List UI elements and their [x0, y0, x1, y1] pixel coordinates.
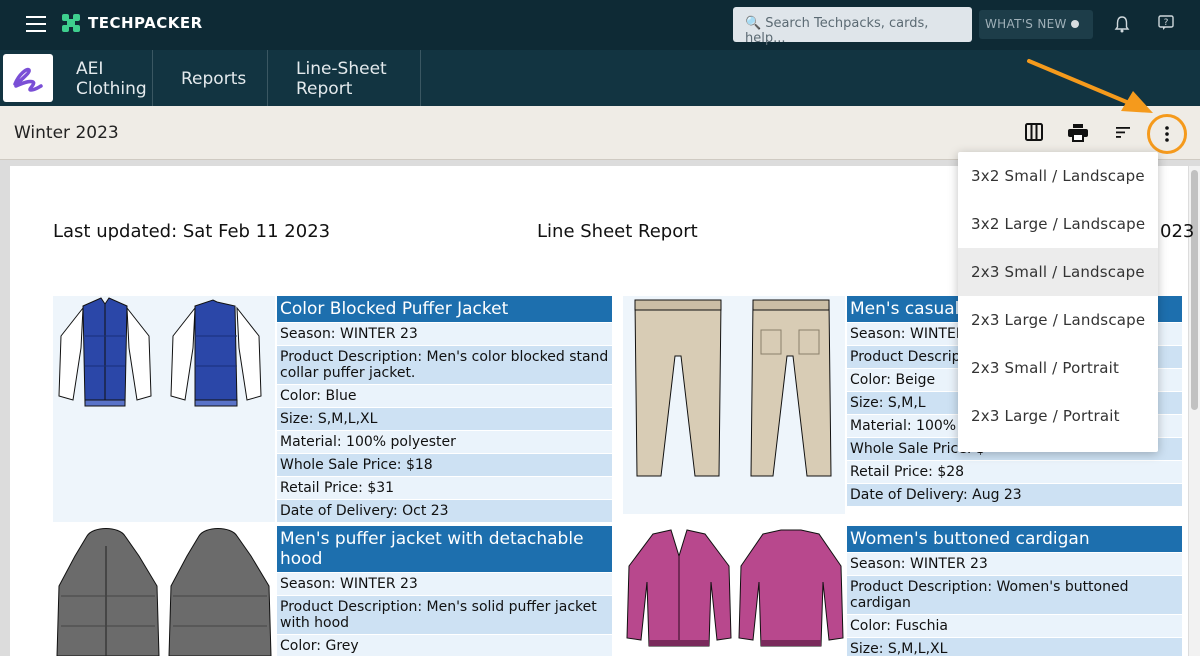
product-description: Product Description: Women's buttoned ca… — [847, 575, 1182, 614]
report-title: Line Sheet Report — [537, 221, 698, 242]
puffer-jacket-illustration — [58, 297, 262, 407]
product-size: Size: S,M,L,XL — [847, 637, 1182, 656]
product-card[interactable]: Color Blocked Puffer Jacket Season: WINT… — [53, 296, 613, 522]
product-season: Season: WINTER 23 — [277, 572, 612, 595]
product-title: Color Blocked Puffer Jacket — [277, 296, 612, 322]
print-icon[interactable] — [1068, 124, 1088, 142]
hooded-jacket-illustration — [56, 528, 272, 656]
product-card[interactable]: Men's puffer jacket with detachable hood… — [53, 526, 613, 656]
menu-item-3x2-small-landscape[interactable]: 3x2 Small / Landscape — [958, 152, 1158, 200]
last-updated: Last updated: Sat Feb 11 2023 — [53, 221, 331, 242]
product-info: Women's buttoned cardigan Season: WINTER… — [847, 526, 1182, 656]
notification-dot — [1071, 20, 1079, 28]
product-image — [623, 296, 845, 514]
menu-item-3x2-large-landscape[interactable]: 3x2 Large / Landscape — [958, 200, 1158, 248]
product-description: Product Description: Men's color blocked… — [277, 345, 612, 384]
product-delivery-date: Date of Delivery: Oct 23 — [277, 499, 612, 522]
pointer-arrow-icon — [1027, 59, 1153, 113]
product-title: Women's buttoned cardigan — [847, 526, 1182, 552]
product-size: Size: S,M,L,XL — [277, 407, 612, 430]
product-wholesale-price: Whole Sale Price: $18 — [277, 453, 612, 476]
product-delivery-date: Date of Delivery: Aug 23 — [847, 483, 1182, 506]
product-color: Color: Grey — [277, 634, 612, 656]
product-image — [623, 526, 845, 656]
menu-item-2x3-small-landscape[interactable]: 2x3 Small / Landscape — [958, 248, 1158, 296]
cardigan-illustration — [626, 529, 844, 647]
product-description: Product Description: Men's solid puffer … — [277, 595, 612, 634]
top-bar: TECHPACKER 🔍 Search Techpacks, cards, hel… — [0, 0, 1200, 50]
product-image — [53, 296, 275, 522]
bell-icon[interactable] — [1114, 15, 1130, 33]
help-icon[interactable]: ? — [1158, 15, 1174, 31]
product-info: Men's puffer jacket with detachable hood… — [277, 526, 612, 656]
nav-item-reports[interactable]: Reports — [153, 50, 268, 106]
product-material: Material: 100% polyester — [277, 430, 612, 453]
product-retail-price: Retail Price: $28 — [847, 460, 1182, 483]
whats-new-label: WHAT'S NEW — [985, 17, 1067, 31]
product-color: Color: Fuschia — [847, 614, 1182, 637]
menu-item-2x3-small-portrait[interactable]: 2x3 Small / Portrait — [958, 344, 1158, 392]
pants-illustration — [634, 299, 832, 477]
product-season: Season: WINTER 23 — [277, 322, 612, 345]
report-date-fragment: 023 — [1160, 221, 1195, 242]
sort-icon[interactable] — [1116, 127, 1130, 139]
more-vert-icon — [1165, 126, 1169, 142]
product-image — [53, 526, 275, 656]
search-input[interactable]: 🔍 Search Techpacks, cards, help... — [733, 7, 972, 46]
menu-item-2x3-large-landscape[interactable]: 2x3 Large / Landscape — [958, 296, 1158, 344]
nav-item-linesheet[interactable]: Line-Sheet Report — [268, 50, 421, 106]
season-title: Winter 2023 — [14, 123, 119, 143]
company-logo-icon — [13, 67, 43, 92]
product-retail-price: Retail Price: $31 — [277, 476, 612, 499]
product-title: Men's puffer jacket with detachable hood — [277, 526, 612, 572]
search-icon: 🔍 — [745, 16, 762, 31]
whats-new-button[interactable]: WHAT'S NEW — [979, 10, 1093, 39]
menu-item-2x3-large-portrait[interactable]: 2x3 Large / Portrait — [958, 392, 1158, 440]
product-info: Color Blocked Puffer Jacket Season: WINT… — [277, 296, 612, 522]
layout-options-menu: 3x2 Small / Landscape 3x2 Large / Landsc… — [958, 152, 1158, 452]
search-placeholder: Search Techpacks, cards, help... — [745, 16, 929, 46]
svg-text:?: ? — [1164, 18, 1169, 28]
product-season: Season: WINTER 23 — [847, 552, 1182, 575]
brand-name: TECHPACKER — [88, 14, 203, 32]
nav-item-company[interactable]: AEI Clothing — [53, 50, 153, 106]
scrollbar-thumb[interactable] — [1191, 170, 1198, 410]
product-color: Color: Blue — [277, 384, 612, 407]
columns-icon[interactable] — [1025, 123, 1043, 141]
company-logo[interactable] — [3, 54, 53, 102]
nav-bar: AEI Clothing Reports Line-Sheet Report — [0, 50, 1200, 106]
techpacker-logo-icon — [62, 14, 80, 32]
hamburger-icon[interactable] — [26, 16, 46, 32]
product-card[interactable]: Women's buttoned cardigan Season: WINTER… — [623, 526, 1183, 656]
